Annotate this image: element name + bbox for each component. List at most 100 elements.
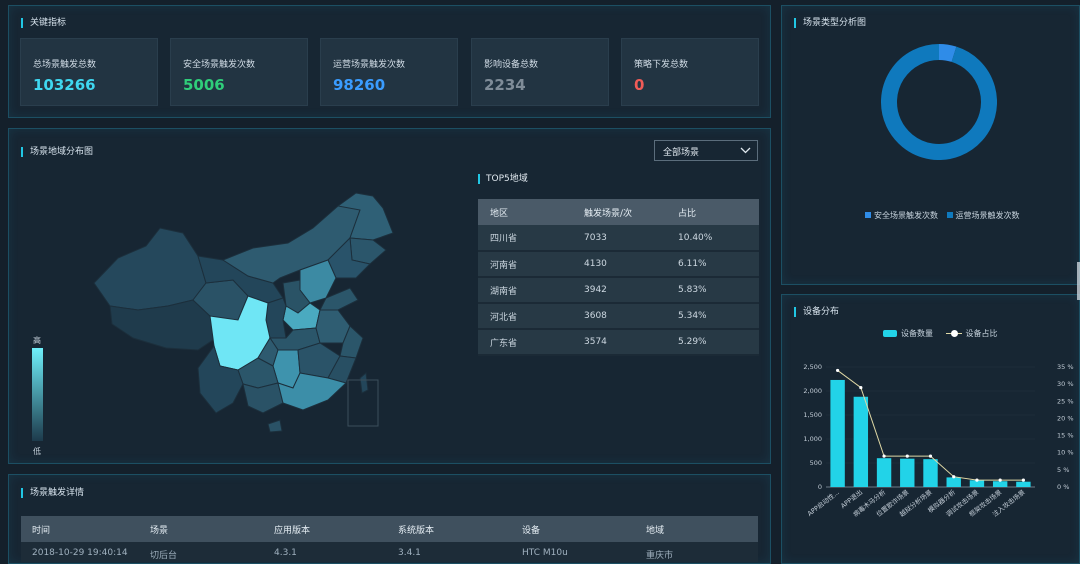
ratio-point-6[interactable] (975, 478, 979, 482)
details-header-time: 时间 (32, 525, 51, 536)
time-cell: 2018-10-29 19:40:14 (32, 548, 128, 558)
ratio-point-2[interactable] (882, 454, 886, 458)
region-cell: 四川省 (490, 234, 518, 244)
details-header-os-version: 系统版本 (398, 525, 435, 536)
bar-1[interactable] (853, 396, 869, 487)
region-map-title: 场景地域分布图 (21, 147, 93, 157)
y2-tick-label: 30 % (1057, 380, 1074, 388)
y-tick-label: 2,500 (803, 363, 822, 371)
kpi-value: 98260 (333, 76, 386, 94)
scale-low-label: 低 (33, 447, 41, 456)
bar-3[interactable] (900, 458, 915, 487)
device-title: 设备分布 (794, 307, 839, 317)
ratio-point-7[interactable] (998, 478, 1002, 482)
y-tick-label: 2,000 (803, 387, 822, 395)
ratio-cell: 5.83% (678, 285, 707, 295)
device-distribution-chart[interactable]: 0 500 1,000 1,500 2,000 2,500 0 % 5 % 10 % 15 % 20… (781, 355, 1080, 520)
legend-label-operation: 运营场景触发次数 (955, 211, 1020, 220)
map-region-taiwan (359, 372, 369, 394)
kpi-card-security: 安全场景触发次数 5006 (170, 38, 308, 106)
region-cell: 重庆市 (646, 551, 674, 561)
kpi-value: 2234 (484, 76, 526, 94)
kpi-label: 运营场景触发次数 (333, 60, 406, 70)
ratio-point-5[interactable] (952, 475, 956, 479)
scene-type-title: 场景类型分析图 (794, 18, 866, 28)
bar-8[interactable] (1016, 481, 1031, 487)
table-row: 河南省 4130 6.11% (478, 251, 759, 277)
app-version-cell: 4.3.1 (274, 548, 297, 558)
legend-label-security: 安全场景触发次数 (874, 211, 938, 220)
map-region-jilin (349, 237, 387, 265)
ratio-point-3[interactable] (905, 454, 909, 458)
map-region-guangxi (242, 382, 284, 414)
table-row: 河北省 3608 5.34% (478, 303, 759, 329)
bar-7[interactable] (992, 481, 1008, 487)
heat-scale-bar (32, 348, 43, 441)
details-title: 场景触发详情 (21, 488, 84, 498)
legend-swatch-line (945, 330, 962, 337)
device-legend: 设备数量 设备占比 (883, 328, 998, 339)
y2-tick-label: 25 % (1057, 397, 1074, 405)
legend-label-bar: 设备数量 (901, 329, 933, 338)
table-row: 广东省 3574 5.29% (478, 329, 759, 355)
kpi-label: 影响设备总数 (484, 60, 539, 70)
top5-header-ratio: 占比 (678, 208, 697, 219)
kpi-label: 策略下发总数 (634, 60, 689, 70)
y-tick-label: 0 (818, 483, 822, 491)
x-tick-label: APP启动性... (805, 487, 840, 517)
kpi-card-policy: 策略下发总数 0 (621, 38, 759, 106)
legend-swatch-operation (946, 212, 953, 218)
ratio-cell: 6.11% (678, 259, 707, 269)
details-header-device: 设备 (522, 525, 541, 536)
ratio-point-0[interactable] (836, 368, 840, 373)
y2-tick-label: 10 % (1057, 449, 1074, 457)
region-cell: 河北省 (490, 312, 518, 323)
table-row[interactable]: 2018-10-29 19:40:14 切后台 4.3.1 3.4.1 HTC … (21, 542, 758, 562)
details-header-app-version: 应用版本 (274, 525, 311, 536)
kpi-value: 0 (634, 76, 645, 94)
kpi-value: 103266 (33, 76, 96, 94)
donut-slice-0[interactable] (938, 44, 957, 63)
count-cell: 3608 (584, 311, 607, 321)
bar-4[interactable] (923, 459, 938, 487)
details-header-scene: 场景 (150, 525, 169, 536)
top5-title: TOP5地域 (478, 174, 528, 184)
top5-table: 地区 触发场景/次 占比 四川省 7033 10.40% 河南省 4130 6.11% … (478, 199, 759, 356)
top5-header-count: 触发场景/次 (584, 208, 633, 219)
kpi-label: 安全场景触发次数 (183, 60, 256, 70)
device-cell: HTC M10u (522, 548, 568, 558)
y2-tick-label: 20 % (1057, 414, 1074, 422)
scene-type-legend: 安全场景触发次数 运营场景触发次数 (865, 210, 1020, 221)
scene-type-donut[interactable] (881, 44, 997, 160)
scene-cell: 切后台 (150, 551, 178, 561)
y2-tick-label: 35 % (1057, 363, 1074, 371)
ratio-point-1[interactable] (859, 385, 863, 390)
details-header-region: 地域 (646, 525, 665, 536)
ratio-point-8[interactable] (1021, 478, 1025, 482)
bar-2[interactable] (876, 458, 892, 487)
china-map[interactable] (88, 188, 398, 433)
chevron-down-icon (740, 147, 751, 154)
table-row: 湖南省 3942 5.83% (478, 277, 759, 303)
bar-0[interactable] (830, 379, 845, 487)
donut-slice-1[interactable] (881, 44, 997, 160)
y2-tick-label: 5 % (1057, 466, 1069, 474)
ratio-point-4[interactable] (928, 454, 933, 458)
scale-high-label: 高 (33, 336, 41, 345)
legend-label-line: 设备占比 (965, 329, 998, 338)
key-metrics-title: 关键指标 (21, 18, 66, 28)
map-region-hainan (267, 419, 283, 433)
scene-filter-select[interactable]: 全部场景 (654, 140, 758, 161)
os-version-cell: 3.4.1 (398, 548, 421, 558)
bar-5[interactable] (946, 477, 961, 487)
kpi-card-total: 总场景触发总数 103266 (20, 38, 158, 106)
region-cell: 湖南省 (490, 286, 518, 297)
kpi-value: 5006 (183, 76, 225, 94)
ratio-cell: 5.34% (678, 311, 707, 321)
details-table: 时间 场景 应用版本 系统版本 设备 地域 2018-10-29 19:40:1… (21, 516, 758, 562)
kpi-label: 总场景触发总数 (33, 60, 97, 70)
top5-header-region: 地区 (490, 208, 509, 219)
legend-swatch-bar (883, 330, 897, 337)
kpi-card-devices: 影响设备总数 2234 (471, 38, 609, 106)
count-cell: 3574 (584, 337, 607, 347)
